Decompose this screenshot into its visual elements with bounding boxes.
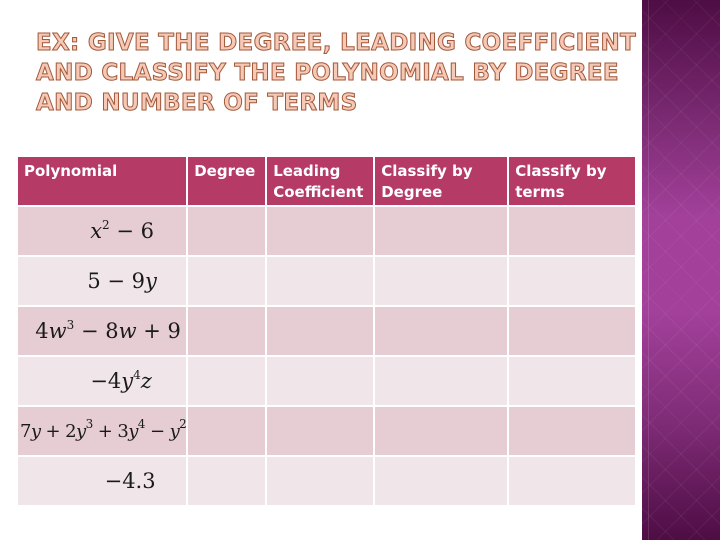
leading-coefficient-cell[interactable] — [267, 307, 374, 355]
degree-cell[interactable] — [188, 357, 266, 405]
classify-terms-cell[interactable] — [509, 207, 636, 255]
table-row: 4w3 − 8w + 9 — [18, 307, 636, 355]
classify-degree-cell[interactable] — [375, 207, 508, 255]
table-row: −4y4z — [18, 357, 636, 405]
polynomial-expression: −4.3 — [104, 469, 156, 493]
header-polynomial: Polynomial — [18, 157, 187, 205]
header-leading-coefficient: Leading Coefficient — [267, 157, 374, 205]
classify-degree-cell[interactable] — [375, 257, 508, 305]
polynomial-cell: 5 − 9y — [18, 257, 187, 305]
title-line-2: AND CLASSIFY THE POLYNOMIAL BY DEGREE — [36, 60, 620, 87]
polynomial-expression: x2 − 6 — [90, 218, 154, 243]
table-row: x2 − 6 — [18, 207, 636, 255]
classify-terms-cell[interactable] — [509, 407, 636, 455]
polynomial-cell: 7y + 2y3 + 3y4 − y2 — [18, 407, 187, 455]
polynomial-expression: 7y + 2y3 + 3y4 − y2 — [20, 416, 187, 442]
decorative-sidebar — [642, 0, 720, 540]
leading-coefficient-cell[interactable] — [267, 257, 374, 305]
classify-degree-cell[interactable] — [375, 307, 508, 355]
table-row: 7y + 2y3 + 3y4 − y2 — [18, 407, 636, 455]
degree-cell[interactable] — [188, 307, 266, 355]
classify-terms-cell[interactable] — [509, 357, 636, 405]
classify-terms-cell[interactable] — [509, 257, 636, 305]
polynomial-cell: −4.3 — [18, 457, 187, 505]
polynomial-expression: −4y4z — [90, 368, 152, 393]
classify-degree-cell[interactable] — [375, 457, 508, 505]
table-row: −4.3 — [18, 457, 636, 505]
polynomial-table: Polynomial Degree Leading Coefficient Cl… — [16, 155, 637, 507]
polynomial-cell: x2 − 6 — [18, 207, 187, 255]
header-classify-by-degree: Classify by Degree — [375, 157, 508, 205]
leading-coefficient-cell[interactable] — [267, 357, 374, 405]
polynomial-cell: −4y4z — [18, 357, 187, 405]
degree-cell[interactable] — [188, 257, 266, 305]
polynomial-expression: 5 − 9y — [87, 269, 157, 293]
classify-terms-cell[interactable] — [509, 307, 636, 355]
leading-coefficient-cell[interactable] — [267, 407, 374, 455]
slide-title: EX: GIVE THE DEGREE, LEADING COEFFICIENT… — [36, 28, 637, 118]
header-degree: Degree — [188, 157, 266, 205]
polynomial-expression: 4w3 − 8w + 9 — [35, 318, 181, 343]
title-line-1: EX: GIVE THE DEGREE, LEADING COEFFICIENT — [36, 30, 637, 57]
classify-degree-cell[interactable] — [375, 357, 508, 405]
title-line-3: AND NUMBER OF TERMS — [36, 90, 358, 117]
leading-coefficient-cell[interactable] — [267, 207, 374, 255]
table-row: 5 − 9y — [18, 257, 636, 305]
leading-coefficient-cell[interactable] — [267, 457, 374, 505]
degree-cell[interactable] — [188, 457, 266, 505]
header-row: Polynomial Degree Leading Coefficient Cl… — [18, 157, 636, 205]
polynomial-cell: 4w3 − 8w + 9 — [18, 307, 187, 355]
degree-cell[interactable] — [188, 207, 266, 255]
degree-cell[interactable] — [188, 407, 266, 455]
header-classify-by-terms: Classify by terms — [509, 157, 636, 205]
classify-degree-cell[interactable] — [375, 407, 508, 455]
classify-terms-cell[interactable] — [509, 457, 636, 505]
